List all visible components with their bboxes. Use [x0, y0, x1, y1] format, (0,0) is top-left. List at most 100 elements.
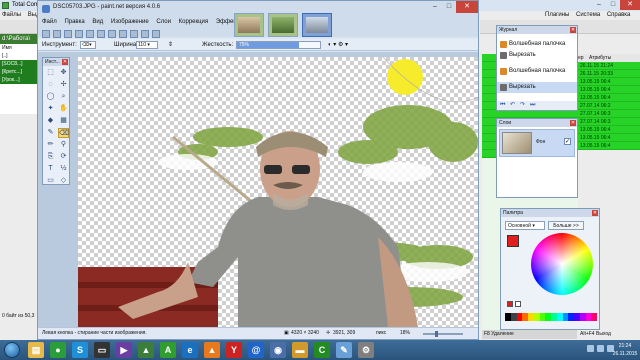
- layers-panel-header[interactable]: Слои ✕: [497, 119, 577, 127]
- start-button[interactable]: [4, 342, 20, 358]
- new-icon[interactable]: [42, 30, 50, 38]
- color-swatch[interactable]: [591, 313, 597, 321]
- maximize-button[interactable]: □: [442, 1, 456, 13]
- close-button[interactable]: ✕: [456, 1, 478, 13]
- fast-forward-icon[interactable]: ⏭: [530, 102, 537, 109]
- paintbrush-icon[interactable]: ✎: [45, 128, 56, 138]
- lasso-icon[interactable]: ◌: [45, 80, 56, 90]
- image-tab-active[interactable]: [302, 13, 332, 37]
- history-item[interactable]: Волшебная палочка: [497, 66, 577, 77]
- list-item[interactable]: [Урок...]: [0, 76, 40, 84]
- tc-f8-delete-button[interactable]: F8 Удаление: [482, 330, 577, 339]
- move-selected-icon[interactable]: ✢: [58, 80, 69, 90]
- rewind-icon[interactable]: ⏮: [500, 102, 507, 109]
- unit-selector[interactable]: пикс: [376, 328, 386, 339]
- ellipse-select-icon[interactable]: ◯: [45, 92, 56, 102]
- list-item[interactable]: [SOC8...]: [0, 60, 40, 68]
- list-item[interactable]: 27.07.14 06:3: [578, 110, 640, 118]
- history-panel-header[interactable]: Журнал ✕: [497, 26, 577, 34]
- save-icon[interactable]: [64, 30, 72, 38]
- undo-icon[interactable]: ↶: [510, 102, 517, 109]
- blend-mode-icon[interactable]: ◐ ▾ ⚙ ▾: [328, 39, 348, 51]
- tc-menu-help[interactable]: Справка: [607, 12, 631, 18]
- menu-layers[interactable]: Слои: [156, 19, 171, 25]
- text-icon[interactable]: T: [45, 164, 56, 174]
- close-icon[interactable]: ✕: [592, 210, 598, 216]
- pencil-icon[interactable]: ✏: [45, 140, 56, 150]
- tray-flag-icon[interactable]: [587, 345, 594, 352]
- more-button[interactable]: Больше >>: [548, 221, 584, 230]
- crop-icon[interactable]: [119, 30, 127, 38]
- close-icon[interactable]: ✕: [62, 59, 68, 65]
- palette-panel-header[interactable]: Палитра ✕: [501, 209, 599, 217]
- skype-icon[interactable]: S: [72, 342, 88, 358]
- print-icon[interactable]: [75, 30, 83, 38]
- cut-icon[interactable]: [86, 30, 94, 38]
- history-item[interactable]: Волшебная палочка: [497, 39, 577, 50]
- yandex-icon[interactable]: Y: [226, 342, 242, 358]
- list-item[interactable]: 13.05.15 06:4: [578, 94, 640, 102]
- list-item[interactable]: 13.05.15 06:4: [578, 126, 640, 134]
- tc-close-button[interactable]: ✕: [620, 0, 640, 10]
- list-item[interactable]: 13.05.15 06:4: [578, 86, 640, 94]
- paint-titlebar[interactable]: DSC05703.JPG - paint.net версия 4.0.6 Фа…: [38, 1, 478, 38]
- menu-image[interactable]: Изображение: [111, 19, 149, 25]
- menu-edit[interactable]: Правка: [64, 19, 84, 25]
- menu-adjustments[interactable]: Коррекция: [179, 19, 209, 25]
- tc-menu-plugins[interactable]: Плагины: [545, 12, 569, 18]
- image-canvas[interactable]: [78, 56, 478, 327]
- line-curve-icon[interactable]: ½: [58, 164, 69, 174]
- paint-bucket-icon[interactable]: ◆: [45, 116, 56, 126]
- color-wheel[interactable]: [531, 233, 593, 295]
- chrome-icon[interactable]: ●: [50, 342, 66, 358]
- list-item[interactable]: [..]: [0, 52, 40, 60]
- color-swatch[interactable]: [515, 301, 521, 307]
- list-item[interactable]: 13.05.15 06:4: [578, 78, 640, 86]
- tc-exit-button[interactable]: Alt+F4 Выход: [578, 330, 640, 339]
- magic-wand-icon[interactable]: ✦: [45, 104, 56, 114]
- layer-visibility-checkbox[interactable]: ✓: [564, 138, 571, 145]
- color-picker-icon[interactable]: ⚲: [58, 140, 69, 150]
- zoom-icon[interactable]: ⌕: [58, 92, 69, 102]
- vlc-icon[interactable]: ▲: [204, 342, 220, 358]
- antialias-icon[interactable]: ⇕: [168, 39, 173, 51]
- menu-view[interactable]: Вид: [92, 19, 103, 25]
- eraser-icon[interactable]: ⌫: [58, 128, 69, 138]
- copy-icon[interactable]: [97, 30, 105, 38]
- tray-network-icon[interactable]: [597, 345, 604, 352]
- tc-minimize-button[interactable]: –: [592, 0, 606, 10]
- close-icon[interactable]: ✕: [570, 27, 576, 33]
- tools-panel-header[interactable]: Инст... ✕: [43, 58, 69, 66]
- recolor-icon[interactable]: ⟳: [58, 152, 69, 162]
- tc-menu-files[interactable]: Файлы: [2, 12, 21, 18]
- tc-left-column-name[interactable]: Имя: [0, 44, 40, 52]
- list-item[interactable]: 26.11.15 21:24: [578, 62, 640, 70]
- deselect-icon[interactable]: [130, 30, 138, 38]
- list-item[interactable]: 27.07.14 06:3: [578, 118, 640, 126]
- list-item[interactable]: 26.11.15 20:33: [578, 70, 640, 78]
- terminal-icon[interactable]: ▭: [94, 342, 110, 358]
- ie-icon[interactable]: e: [182, 342, 198, 358]
- list-item[interactable]: 13.05.15 06:4: [578, 142, 640, 150]
- settings-icon[interactable]: ⚙: [358, 342, 374, 358]
- zoom-value[interactable]: 18%: [400, 328, 410, 339]
- tool-selector[interactable]: ⌫▾: [80, 41, 96, 49]
- image-tab-thumbnail[interactable]: [234, 13, 264, 37]
- total-commander-icon[interactable]: A: [160, 342, 176, 358]
- shapes-icon[interactable]: ▭: [45, 176, 56, 186]
- menu-file[interactable]: Файл: [42, 19, 57, 25]
- history-item-selected[interactable]: Вырезать: [497, 82, 577, 93]
- script-icon[interactable]: C: [314, 342, 330, 358]
- photo-icon[interactable]: ▲: [138, 342, 154, 358]
- paste-icon[interactable]: [108, 30, 116, 38]
- width-input[interactable]: 110 ▾: [136, 41, 158, 49]
- gradient-icon[interactable]: ▦: [58, 116, 69, 126]
- mail-icon[interactable]: @: [248, 342, 264, 358]
- redo-icon[interactable]: [152, 30, 160, 38]
- pan-icon[interactable]: ✋: [58, 104, 69, 114]
- history-item[interactable]: Вырезать: [497, 50, 577, 61]
- undo-icon[interactable]: [141, 30, 149, 38]
- explorer-icon[interactable]: ▤: [28, 342, 44, 358]
- rectangle-select-icon[interactable]: ⬚: [45, 68, 56, 78]
- camera-icon[interactable]: ◉: [270, 342, 286, 358]
